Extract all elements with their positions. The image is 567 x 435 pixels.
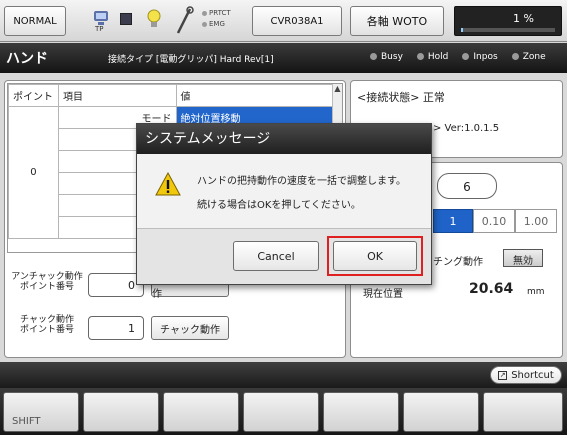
table-header-row: ポイント 項目 値 xyxy=(8,84,337,107)
speed-bar-fill xyxy=(461,28,463,32)
speed-display[interactable]: 1 % xyxy=(454,6,562,36)
fkey-6[interactable] xyxy=(483,392,563,432)
busy-dot xyxy=(370,53,377,60)
firmware-version: > Ver:1.0.1.5 xyxy=(433,123,500,134)
teach-pendant-icon: TP xyxy=(92,8,110,34)
indicator-busy: Busy xyxy=(370,52,403,62)
fkey-3[interactable] xyxy=(243,392,319,432)
header-point: ポイント xyxy=(8,84,59,107)
shortcut-button[interactable]: ↗ Shortcut xyxy=(490,366,562,384)
light-bulb-icon xyxy=(146,8,162,32)
ok-button[interactable]: OK xyxy=(333,241,417,271)
dialog-button-bar: Cancel OK xyxy=(137,228,431,284)
cancel-button[interactable]: Cancel xyxy=(233,241,319,271)
indicator-zone: Zone xyxy=(511,52,546,62)
indicator-hold: Hold xyxy=(416,52,449,62)
system-message-dialog: システムメッセージ ハンドの把持動作の速度を一括で調整します。 続ける場合はOK… xyxy=(136,123,432,285)
step-button[interactable]: 0.10 xyxy=(473,209,515,233)
chuck-button[interactable]: チャック動作 xyxy=(151,316,229,340)
fkey-shift[interactable]: SHIFT xyxy=(3,392,79,432)
dialog-message-line1: ハンドの把持動作の速度を一括で調整します。 xyxy=(197,176,406,187)
tp-label: TP xyxy=(95,25,104,33)
robot-model-display[interactable]: CVR038A1 xyxy=(252,6,342,36)
hold-dot xyxy=(416,53,424,60)
indicator-inpos: Inpos xyxy=(462,52,498,62)
unchuck-point-label: アンチャック動作 ポイント番号 xyxy=(11,272,83,292)
step-button[interactable]: 1.00 xyxy=(515,209,557,233)
hand-header: ハンド 接続タイプ [電動グリッパ] Hard Rev[1] Busy Hold… xyxy=(0,43,567,73)
inpos-label: Inpos xyxy=(473,52,498,62)
step-button-selected[interactable]: 1 xyxy=(433,209,473,233)
busy-label: Busy xyxy=(381,52,403,62)
chuck-point-label: チャック動作 ポイント番号 xyxy=(19,315,74,335)
step-value-input[interactable]: 6 xyxy=(437,173,497,199)
mode-button[interactable]: NORMAL xyxy=(4,6,66,36)
warning-icon xyxy=(155,171,181,196)
wrench-icon xyxy=(174,6,194,36)
zone-label: Zone xyxy=(522,52,546,62)
teaching-toggle[interactable]: 無効 xyxy=(503,249,543,267)
shortcut-label: Shortcut xyxy=(511,369,554,381)
fkey-5[interactable] xyxy=(403,392,479,432)
position-value: 20.64 xyxy=(469,281,514,297)
top-toolbar: NORMAL TP PRTCT EMG CVR038A1 各軸 WOTO 1 % xyxy=(0,0,567,42)
emg-label: EMG xyxy=(209,20,225,28)
point-number: 0 xyxy=(8,106,59,239)
teaching-label: チング動作 xyxy=(433,257,483,268)
zone-dot xyxy=(511,53,519,60)
fkey-4[interactable] xyxy=(323,392,399,432)
dialog-title: システムメッセージ xyxy=(137,124,431,154)
emg-dot xyxy=(202,21,207,27)
chuck-point-input[interactable]: 1 xyxy=(88,316,144,340)
fkey-2[interactable] xyxy=(163,392,239,432)
axis-mode-button[interactable]: 各軸 WOTO xyxy=(350,6,444,36)
inpos-dot xyxy=(462,53,470,60)
prtct-dot xyxy=(202,10,207,16)
stop-icon xyxy=(120,13,132,25)
speed-value: 1 % xyxy=(513,12,534,25)
prtct-label: PRTCT xyxy=(209,9,231,17)
scroll-up-icon[interactable]: ▲ xyxy=(333,84,342,93)
header-value: 値 xyxy=(175,84,337,107)
dialog-message-line2: 続ける場合はOKを押してください。 xyxy=(197,200,361,211)
page-title: ハンド xyxy=(6,51,48,67)
position-label: 現在位置 xyxy=(363,289,403,300)
position-unit: mm xyxy=(527,287,545,297)
speed-bar-track xyxy=(461,28,555,32)
fkey-1[interactable] xyxy=(83,392,159,432)
status-indicators: Busy Hold Inpos Zone xyxy=(370,52,546,62)
header-item: 項目 xyxy=(57,84,177,107)
connection-type: 接続タイプ [電動グリッパ] Hard Rev[1] xyxy=(108,55,274,65)
connection-status-title: <接続状態> 正常 xyxy=(357,91,445,104)
function-key-bar: SHIFT xyxy=(0,388,567,435)
shortcut-bar: ↗ Shortcut xyxy=(0,362,567,388)
shortcut-icon: ↗ xyxy=(498,370,508,380)
hold-label: Hold xyxy=(427,52,449,62)
protect-status: PRTCT EMG xyxy=(202,8,231,30)
